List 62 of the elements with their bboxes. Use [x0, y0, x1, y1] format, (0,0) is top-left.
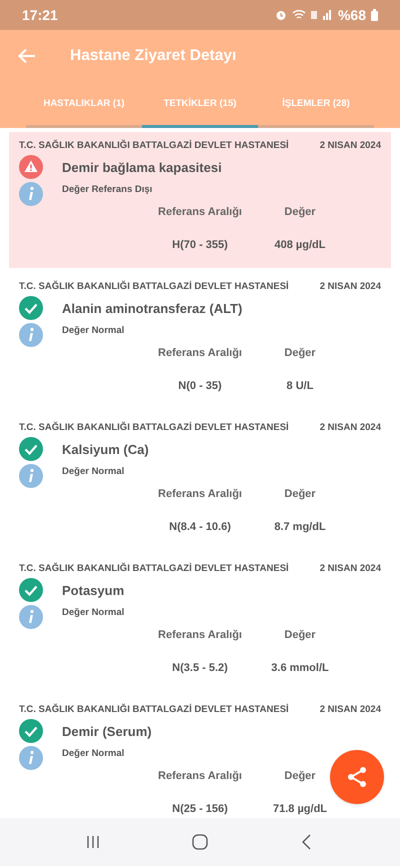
check-icon: [19, 719, 43, 744]
reference-range: N(25 - 156): [172, 802, 228, 817]
test-name: Demir bağlama kapasitesi: [62, 158, 222, 177]
column-header: Referans Aralığı: [158, 205, 242, 220]
column-header: Referans Aralığı: [158, 487, 242, 502]
clock: 17:21: [22, 6, 58, 24]
info-icon[interactable]: [19, 182, 43, 206]
info-icon[interactable]: [19, 323, 43, 348]
screen-title: Hastane Ziyaret Detayı: [70, 46, 236, 66]
test-date: 2 NISAN 2024: [320, 421, 381, 435]
check-icon: [19, 296, 43, 320]
status-note: Değer Normal: [62, 606, 124, 620]
test-date: 2 NISAN 2024: [320, 562, 381, 576]
battery-level: %68: [338, 6, 366, 24]
test-name: Alanin aminotransferaz (ALT): [62, 300, 242, 318]
hospital-name: T.C. SAĞLIK BAKANLIĞI BATTALGAZİ DEVLET HASTANESİ: [19, 562, 289, 576]
home-icon[interactable]: [192, 834, 208, 850]
alarm-icon: [274, 9, 287, 21]
back-arrow-icon[interactable]: [18, 48, 36, 64]
info-icon[interactable]: [19, 464, 43, 488]
test-value: 71.8 µg/dL: [272, 802, 328, 817]
wifi-icon: [292, 9, 306, 21]
alert-card[interactable]: T.C. SAĞLIK BAKANLIĞI BATTALGAZİ DEVLET HASTANESİ 2 NISAN 2024 Demir bağlama kapasitesi Değer Referans Dışı Referans Aralığı Değer H(70 - 355) 408 µg/dL: [9, 132, 391, 268]
reference-range: N(8.4 - 10.6): [169, 520, 231, 535]
column-header: Değer: [284, 346, 316, 362]
info-icon[interactable]: [19, 746, 43, 770]
status-note: Değer Normal: [62, 465, 124, 480]
status-note: Değer Normal: [62, 324, 124, 338]
reference-range: N(0 - 35): [178, 378, 222, 394]
check-icon: [19, 437, 43, 462]
reference-range: H(70 - 355): [172, 238, 228, 253]
hospital-name: T.C. SAĞLIK BAKANLIĞI BATTALGAZİ DEVLET HASTANESİ: [19, 421, 289, 435]
battery-icon: [371, 9, 378, 21]
share-icon: [345, 765, 369, 789]
recent-apps-icon[interactable]: [85, 834, 102, 850]
status-note: Değer Referans Dışı: [62, 183, 152, 198]
test-date: 2 NISAN 2024: [320, 280, 381, 294]
info-icon[interactable]: [19, 605, 43, 630]
test-value: 8 U/L: [286, 378, 314, 394]
status-note: Değer Normal: [62, 747, 124, 762]
warning-icon: [19, 155, 43, 180]
check-icon: [19, 578, 43, 602]
column-header: Referans Aralığı: [158, 628, 242, 644]
column-header: Referans Aralığı: [158, 769, 242, 784]
hospital-name: T.C. SAĞLIK BAKANLIĞI BATTALGAZİ DEVLET HASTANESİ: [19, 139, 289, 153]
test-value: 408 µg/dL: [274, 238, 326, 253]
column-header: Referans Aralığı: [158, 346, 242, 362]
column-header: Değer: [284, 205, 316, 220]
test-value: 3.6 mmol/L: [271, 660, 329, 676]
reference-range: N(3.5 - 5.2): [172, 660, 228, 676]
test-name: Kalsiyum (Ca): [62, 440, 149, 459]
test-name: Potasyum: [62, 582, 124, 600]
test-date: 2 NISAN 2024: [320, 703, 381, 717]
hospital-name: T.C. SAĞLIK BAKANLIĞI BATTALGAZİ DEVLET HASTANESİ: [19, 280, 289, 294]
test-value: 8.7 mg/dL: [274, 520, 326, 535]
column-header: Değer: [284, 487, 316, 502]
column-header: Değer: [284, 769, 316, 784]
test-date: 2 NISAN 2024: [320, 139, 381, 153]
hospital-name: T.C. SAĞLIK BAKANLIĞI BATTALGAZİ DEVLET HASTANESİ: [19, 703, 289, 717]
test-name: Demir (Serum): [62, 722, 152, 741]
column-header: Değer: [284, 628, 316, 644]
signal-icon: [310, 9, 333, 21]
